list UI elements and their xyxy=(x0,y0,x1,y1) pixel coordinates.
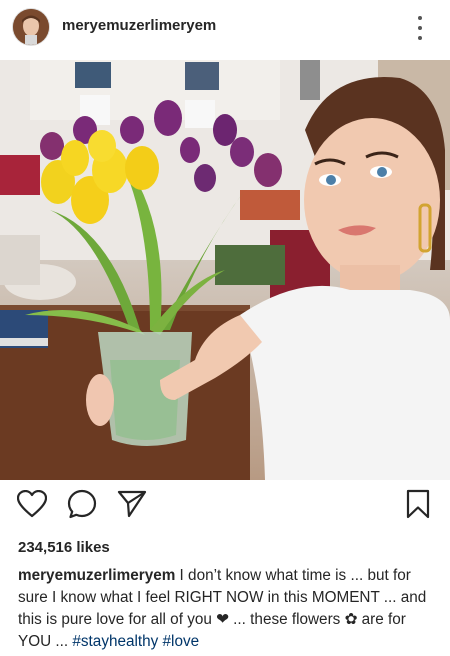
paper-plane-icon[interactable] xyxy=(114,486,150,522)
bookmark-icon[interactable] xyxy=(400,486,436,522)
photo-illustration xyxy=(0,60,450,480)
heart-outline-icon[interactable] xyxy=(14,486,50,522)
more-vertical-icon[interactable] xyxy=(412,16,428,40)
avatar-image xyxy=(13,9,49,45)
caption-username[interactable]: meryemuzerlimeryem xyxy=(18,567,175,584)
caption-text-2: ... these flowers xyxy=(228,611,345,628)
action-bar xyxy=(0,486,450,530)
likes-count[interactable]: 234,516 likes xyxy=(18,539,110,556)
post-header: meryemuzerlimeryem xyxy=(0,0,450,58)
flower-emoji-icon: ✿ xyxy=(344,611,358,628)
heart-emoji-icon: ❤ xyxy=(216,611,229,628)
hashtag-stayhealthy[interactable]: #stayhealthy xyxy=(72,633,158,650)
hashtag-love[interactable]: #love xyxy=(163,633,200,650)
comment-bubble-icon[interactable] xyxy=(64,486,100,522)
post-caption: meryemuzerlimeryem I don’t know what tim… xyxy=(18,565,436,653)
avatar[interactable] xyxy=(13,9,49,45)
post-username[interactable]: meryemuzerlimeryem xyxy=(62,17,216,34)
post-photo[interactable] xyxy=(0,60,450,480)
